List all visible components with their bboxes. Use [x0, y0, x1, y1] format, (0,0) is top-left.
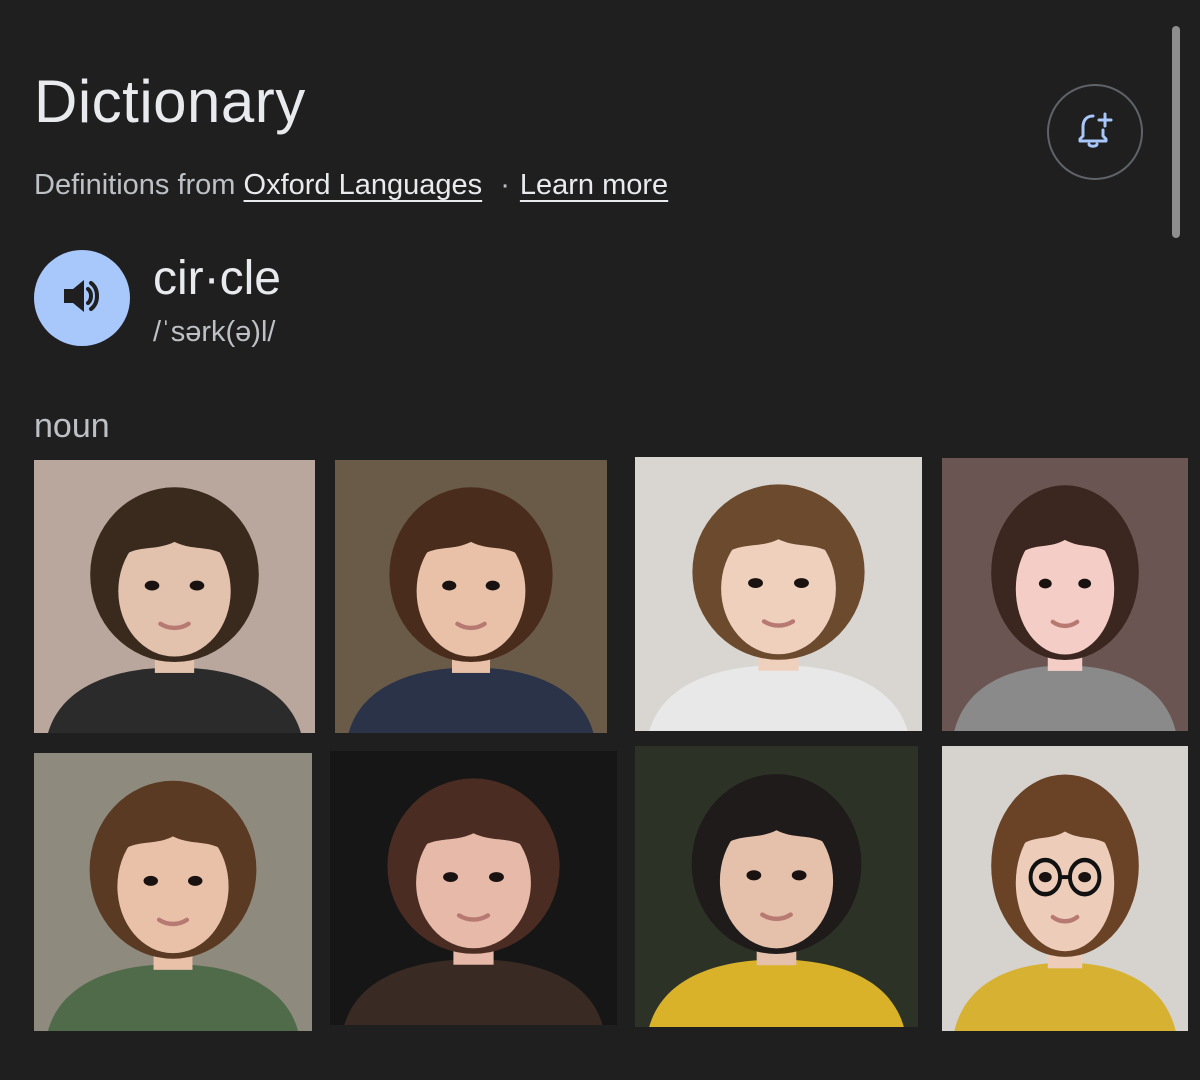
portrait-photo: [635, 746, 918, 1027]
portrait-photo: [34, 460, 315, 733]
scrollbar[interactable]: [1172, 26, 1180, 238]
oxford-languages-link[interactable]: Oxford Languages: [244, 169, 483, 201]
create-alert-button[interactable]: [1047, 84, 1143, 180]
image-result[interactable]: [34, 460, 315, 733]
phonetic-transcription: /ˈsərk(ə)l/: [153, 316, 276, 348]
image-result[interactable]: [335, 460, 607, 733]
portrait-photo: [34, 753, 312, 1031]
portrait-photo: [335, 460, 607, 733]
speaker-icon: [58, 272, 106, 325]
image-result[interactable]: [942, 458, 1188, 731]
portrait-photo: [942, 458, 1188, 731]
learn-more-link[interactable]: Learn more: [520, 169, 668, 201]
source-attribution: Definitions from Oxford Languages · Learn…: [34, 166, 668, 204]
part-of-speech: noun: [34, 407, 110, 445]
portrait-photo: [635, 457, 922, 731]
image-result[interactable]: [635, 746, 918, 1027]
separator: ·: [500, 169, 510, 201]
image-result[interactable]: [635, 457, 922, 731]
source-prefix: Definitions from: [34, 169, 236, 201]
image-result[interactable]: [34, 753, 312, 1031]
image-result[interactable]: [942, 746, 1188, 1031]
page-title: Dictionary: [34, 68, 306, 135]
image-result[interactable]: [330, 751, 617, 1025]
pronunciation-speaker-button[interactable]: [34, 250, 130, 346]
portrait-photo: [942, 746, 1188, 1031]
dictionary-panel: Dictionary Definitions from Oxford Langu…: [0, 0, 1200, 1080]
bell-plus-icon: [1073, 108, 1117, 157]
headword: cir·cle: [153, 252, 281, 305]
portrait-photo: [330, 751, 617, 1025]
